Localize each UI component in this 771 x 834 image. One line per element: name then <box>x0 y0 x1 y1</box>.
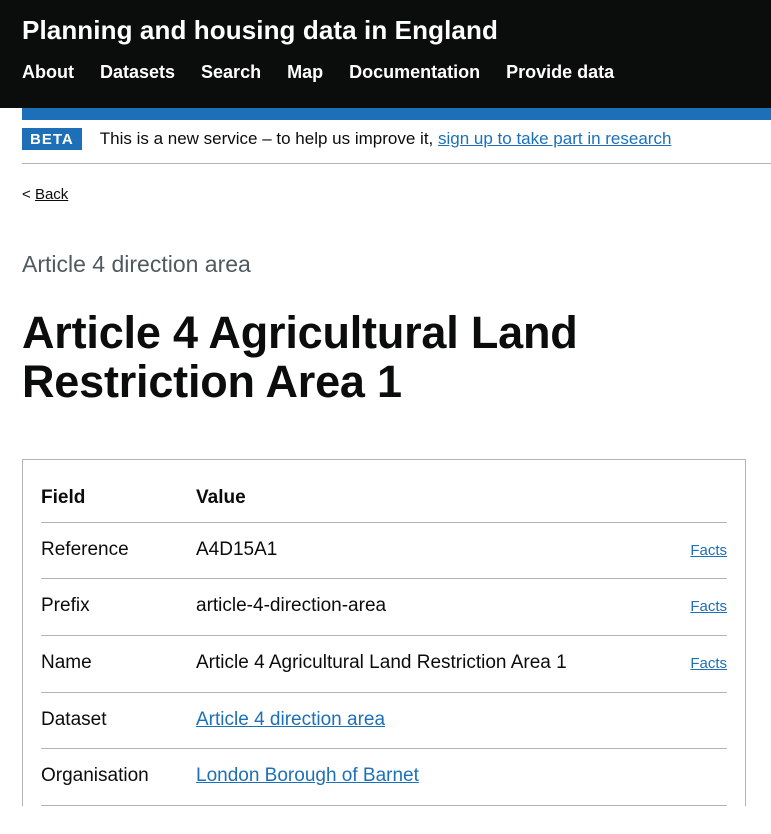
table-cell-value: Article 4 direction area <box>196 692 657 750</box>
facts-link[interactable]: Facts <box>690 598 727 615</box>
page-title: Article 4 Agricultural Land Restriction … <box>22 306 578 408</box>
nav-item-map[interactable]: Map <box>287 63 323 81</box>
table-cell-actions: Facts <box>657 522 727 580</box>
site-title: Planning and housing data in England <box>22 15 498 45</box>
phase-banner-message: This is a new service – to help us impro… <box>99 129 434 148</box>
table-cell-value: London Borough of Barnet <box>196 748 657 807</box>
table-row: Organisation London Borough of Barnet <box>41 748 727 807</box>
table-cell-field: Reference <box>41 522 196 580</box>
table-row: Prefix article-4-direction-area Facts <box>41 578 727 636</box>
entity-table: Field Value Reference A4D15A1 Facts Prefix a… <box>41 459 727 807</box>
table-cell-actions <box>657 692 727 750</box>
facts-link[interactable]: Facts <box>690 655 727 672</box>
table-cell-field: Organisation <box>41 748 196 807</box>
chevron-left-icon: < <box>22 186 31 203</box>
table-cell-field: Dataset <box>41 692 196 750</box>
table-cell-value-link[interactable]: London Borough of Barnet <box>196 765 419 786</box>
table-row: Dataset Article 4 direction area <box>41 692 727 750</box>
table-cell-actions: Facts <box>657 578 727 636</box>
column-header-value: Value <box>196 459 657 523</box>
entity-table-body: Reference A4D15A1 Facts Prefix article-4-dir… <box>41 522 727 807</box>
nav-item-about[interactable]: About <box>22 63 74 81</box>
facts-link[interactable]: Facts <box>690 542 727 559</box>
site-header: Planning and housing data in England Abo… <box>0 0 771 120</box>
table-cell-value: article-4-direction-area <box>196 578 657 636</box>
nav-item-datasets[interactable]: Datasets <box>100 63 175 81</box>
status-badge: BETA <box>22 128 82 150</box>
table-cell-value-link[interactable]: Article 4 direction area <box>196 709 385 730</box>
nav-item-documentation[interactable]: Documentation <box>349 63 480 81</box>
entity-table-card: Field Value Reference A4D15A1 Facts Prefix a… <box>22 458 746 807</box>
table-row: Reference A4D15A1 Facts <box>41 522 727 580</box>
table-cell-actions <box>657 748 727 807</box>
nav-item-provide-data[interactable]: Provide data <box>506 63 614 81</box>
table-cell-value: A4D15A1 <box>196 522 657 580</box>
phase-banner: BETA This is a new service – to help us … <box>22 128 771 164</box>
phase-banner-text: This is a new service – to help us impro… <box>100 129 672 149</box>
table-cell-field: Name <box>41 635 196 693</box>
entity-table-head: Field Value <box>41 459 727 523</box>
table-cell-value: Article 4 Agricultural Land Restriction … <box>196 635 657 693</box>
table-cell-field: Prefix <box>41 578 196 636</box>
page-heading-block: Article 4 direction area Article 4 Agric… <box>22 251 752 407</box>
page-caption: Article 4 direction area <box>22 251 251 277</box>
column-header-actions <box>657 459 727 523</box>
table-header-row: Field Value <box>41 459 727 523</box>
accent-strip <box>22 108 771 120</box>
research-signup-link[interactable]: sign up to take part in research <box>438 129 671 148</box>
nav-item-search[interactable]: Search <box>201 63 261 81</box>
primary-navigation: About Datasets Search Map Documentation … <box>0 43 771 81</box>
back-link-label[interactable]: Back <box>35 186 68 203</box>
back-link[interactable]: < Back <box>22 186 771 203</box>
column-header-field: Field <box>41 459 196 523</box>
table-row: Name Article 4 Agricultural Land Restrict… <box>41 635 727 693</box>
table-cell-actions: Facts <box>657 635 727 693</box>
